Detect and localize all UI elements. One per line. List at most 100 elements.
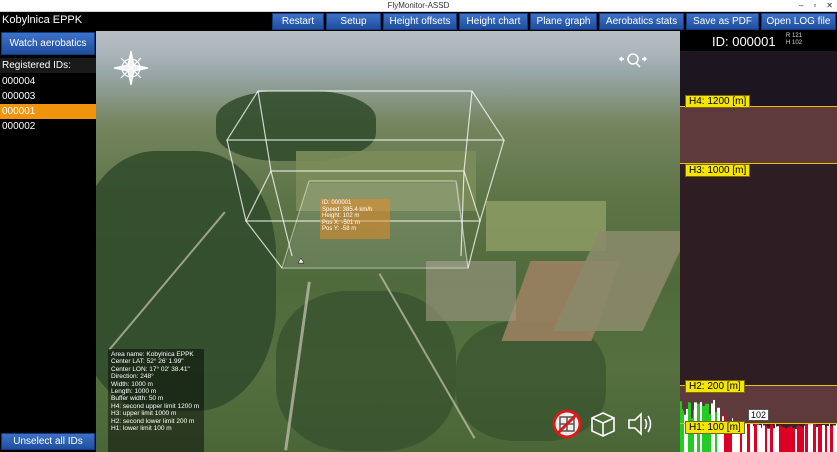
registered-ids-header: Registered IDs: xyxy=(0,58,96,73)
height-bar xyxy=(754,423,757,452)
height-chart-button[interactable]: Height chart xyxy=(459,13,528,30)
height-bar xyxy=(762,423,763,452)
minimize-icon[interactable]: – xyxy=(799,0,803,12)
callout-line: Pos Y: -58 m xyxy=(322,226,357,232)
height-bar xyxy=(808,424,811,452)
area-info-line: H2: second lower limit 200 m xyxy=(111,417,195,425)
aerobatics-stats-button[interactable]: Aerobatics stats xyxy=(599,13,684,30)
height-bar xyxy=(773,428,775,452)
close-icon[interactable]: ✕ xyxy=(826,0,833,12)
height-bar xyxy=(830,426,833,452)
area-info-box: Area name: Kobylnica EPPK Center LAT: 52… xyxy=(108,349,204,452)
height-bar xyxy=(748,424,750,452)
app-name: Kobylnica EPPK xyxy=(2,14,83,26)
height-bar xyxy=(818,424,819,452)
area-info-line: Direction: 248° xyxy=(111,373,154,381)
height-bar xyxy=(799,426,802,452)
top-toolbar: Kobylnica EPPK Restart Setup Height offs… xyxy=(0,12,837,31)
selected-id-stats: R 121 H 102 xyxy=(786,33,802,46)
h1-level-label: H1: 100 [m] xyxy=(685,421,745,434)
height-readout: H 102 xyxy=(786,39,803,46)
area-info-line: Buffer width: 50 m xyxy=(111,395,164,403)
height-bar xyxy=(680,401,682,452)
height-bar xyxy=(792,427,795,452)
height-bar xyxy=(804,425,805,452)
height-bar xyxy=(789,426,792,452)
id-list-item-selected[interactable]: 000001 xyxy=(0,104,96,119)
open-log-file-button[interactable]: Open LOG file xyxy=(761,13,836,30)
zone-h4-h3 xyxy=(680,106,837,163)
height-bar xyxy=(779,425,782,452)
height-bar xyxy=(795,428,797,452)
restart-button[interactable]: Restart xyxy=(272,13,324,30)
height-offsets-button[interactable]: Height offsets xyxy=(383,13,457,30)
watch-aerobatics-button[interactable]: Watch aerobatics xyxy=(1,32,95,55)
save-as-pdf-button[interactable]: Save as PDF xyxy=(686,13,759,30)
window-titlebar: FlyMonitor-ASSD – ▫ ✕ xyxy=(0,0,837,12)
height-bar xyxy=(777,426,779,452)
height-bar xyxy=(761,427,762,452)
h3-level-label: H3: 1000 [m] xyxy=(685,164,751,177)
height-bar xyxy=(833,425,836,452)
area-info-line: H1: lower limit 100 m xyxy=(111,425,172,433)
height-bar xyxy=(683,410,684,452)
height-bar xyxy=(825,426,827,452)
selected-id-header: ID: 000001 R 121 H 102 xyxy=(680,31,837,51)
height-bar xyxy=(822,425,825,452)
id-list-item[interactable]: 000004 xyxy=(0,74,96,89)
height-bar xyxy=(819,425,822,452)
range-readout: R 121 xyxy=(786,33,803,39)
cube-icon[interactable] xyxy=(590,409,616,439)
height-bar xyxy=(682,409,683,452)
height-bar xyxy=(827,425,828,452)
height-bar xyxy=(782,426,783,452)
height-bar xyxy=(785,428,787,452)
height-bar xyxy=(753,426,754,452)
height-bar xyxy=(765,425,766,452)
height-bar xyxy=(747,427,748,452)
height-bar xyxy=(763,425,765,452)
id-list-item[interactable]: 000003 xyxy=(0,89,96,104)
height-bar xyxy=(802,427,804,452)
height-bar xyxy=(766,425,767,452)
speaker-icon[interactable] xyxy=(626,409,654,439)
zoom-icon[interactable] xyxy=(618,51,648,69)
area-info-line: H4: second upper limit 1200 m xyxy=(111,402,200,410)
height-bar xyxy=(829,423,830,452)
terrain-3d-view[interactable]: ID: 000001 Speed: 385.4 km/h Height: 102… xyxy=(96,31,680,452)
height-bar xyxy=(787,427,789,452)
unselect-all-ids-button[interactable]: Unselect all IDs xyxy=(1,433,95,450)
height-bar xyxy=(775,424,776,452)
plane-graph-button[interactable]: Plane graph xyxy=(530,13,597,30)
registered-ids-list: 000004 000003 000001 000002 xyxy=(0,74,96,134)
height-bar xyxy=(776,426,777,452)
height-bar xyxy=(811,423,813,452)
area-info-line: Width: 1000 m xyxy=(111,380,153,388)
right-panel: ID: 000001 R 121 H 102 H4: 1200 [m] H3: … xyxy=(680,31,837,452)
height-bar xyxy=(816,426,818,452)
height-bar xyxy=(783,427,785,452)
height-bar xyxy=(813,423,816,452)
id-list-item[interactable]: 000002 xyxy=(0,119,96,134)
h2-level-label: H2: 200 [m] xyxy=(685,380,745,393)
window-title: FlyMonitor-ASSD xyxy=(387,1,450,10)
height-bar xyxy=(767,428,770,452)
window-controls: – ▫ ✕ xyxy=(799,0,833,12)
area-info-line: H3: upper limit 1000 m xyxy=(111,410,177,418)
h4-level-label: H4: 1200 [m] xyxy=(685,95,751,108)
height-bar xyxy=(828,426,829,452)
maximize-icon[interactable]: ▫ xyxy=(813,0,816,12)
height-bar xyxy=(797,425,799,452)
setup-button[interactable]: Setup xyxy=(326,13,381,30)
compass-icon[interactable] xyxy=(112,49,150,87)
height-bar xyxy=(770,424,773,452)
height-bar xyxy=(805,423,808,452)
aircraft-callout: ID: 000001 Speed: 385.4 km/h Height: 102… xyxy=(320,199,390,239)
zone-h3-h2 xyxy=(680,163,837,385)
no-plane-icon[interactable] xyxy=(552,409,582,439)
height-chart: H4: 1200 [m] H3: 1000 [m] H2: 200 [m] H1… xyxy=(680,51,837,452)
height-bar xyxy=(759,425,761,452)
current-height-tag: 102 xyxy=(748,409,770,421)
area-info-line: Center LAT: 52° 26' 1.99" xyxy=(111,358,184,366)
left-panel: Watch aerobatics Registered IDs: 000004 … xyxy=(0,31,96,452)
